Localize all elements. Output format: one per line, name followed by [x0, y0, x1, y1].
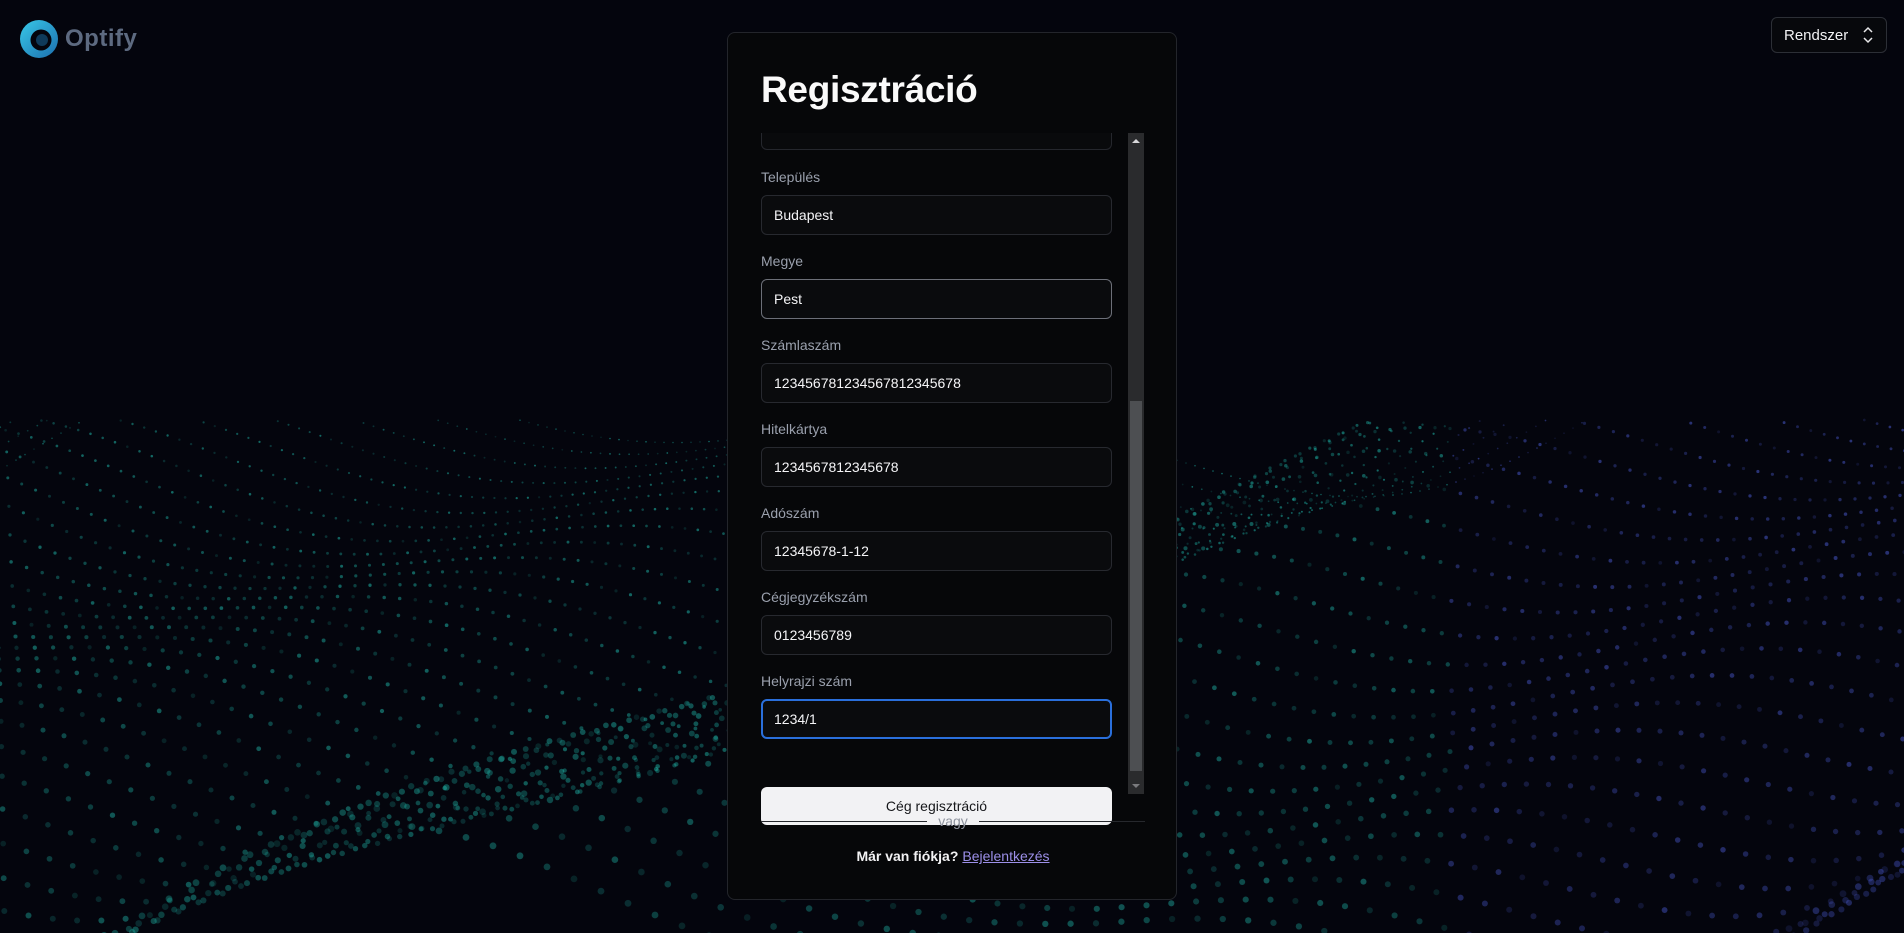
brand-logo[interactable]: Optify [19, 19, 137, 59]
field-adoszam: Adószám [761, 503, 1112, 571]
page-title: Regisztráció [761, 69, 978, 110]
field-label: Helyrajzi szám [761, 673, 853, 689]
or-divider: vagy [761, 811, 1145, 831]
adoszam-input[interactable] [761, 531, 1112, 571]
field-label: Adószám [761, 505, 820, 521]
scroll-down-arrow-icon[interactable] [1128, 778, 1144, 794]
field-cegjegyzekszam: Cégjegyzékszám [761, 587, 1112, 655]
field-helyrajzi-szam: Helyrajzi szám [761, 671, 1112, 739]
szamlaszam-input[interactable] [761, 363, 1112, 403]
field-label: Cégjegyzékszám [761, 589, 868, 605]
field-label: Hitelkártya [761, 421, 828, 437]
login-link[interactable]: Bejelentkezés [962, 848, 1049, 864]
optify-logo-icon [20, 20, 58, 58]
registration-card: Regisztráció Település Megye Számlaszám … [727, 32, 1177, 900]
form-scrollbar[interactable] [1128, 133, 1144, 794]
field-hitelkartya: Hitelkártya [761, 419, 1112, 487]
scrollbar-thumb[interactable] [1130, 401, 1142, 771]
divider-line-right [979, 821, 1145, 822]
partial-input-field[interactable] [761, 133, 1112, 150]
chevron-up-down-icon [1863, 26, 1873, 44]
telepules-input[interactable] [761, 195, 1112, 235]
theme-select[interactable]: Rendszer [1771, 17, 1887, 53]
hitelkartya-input[interactable] [761, 447, 1112, 487]
cegjegyzekszam-input[interactable] [761, 615, 1112, 655]
form-scroll-area[interactable]: Település Megye Számlaszám Hitelkártya A… [761, 133, 1112, 827]
theme-select-value: Rendszer [1784, 26, 1849, 44]
login-question: Már van fiókja? [856, 848, 959, 864]
field-telepules: Település [761, 167, 1112, 235]
field-label: Számlaszám [761, 337, 842, 353]
field-label: Település [761, 169, 821, 185]
field-megye: Megye [761, 251, 1112, 319]
field-label: Megye [761, 253, 804, 269]
brand-name: Optify [65, 25, 138, 52]
field-szamlaszam: Számlaszám [761, 335, 1112, 403]
scroll-up-arrow-icon[interactable] [1128, 133, 1144, 149]
helyrajzi-szam-input[interactable] [761, 699, 1112, 739]
login-prompt: Már van fiókja? Bejelentkezés [761, 848, 1145, 864]
megye-input[interactable] [761, 279, 1112, 319]
